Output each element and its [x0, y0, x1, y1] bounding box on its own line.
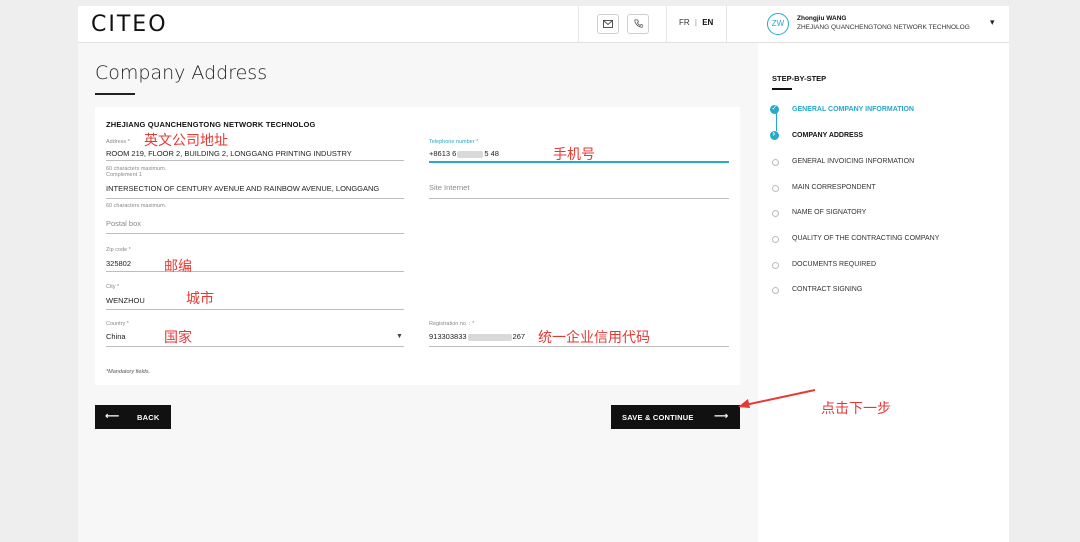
- telephone-value-end: 5 48: [484, 149, 499, 158]
- city-field[interactable]: City * WENZHOU: [106, 284, 404, 312]
- step-by-step-sidebar: STEP-BY-STEP GENERAL COMPANY INFORMATION…: [758, 43, 1009, 542]
- annotation-phone: 手机号: [553, 147, 595, 163]
- step-dot-icon: [772, 210, 779, 217]
- phone-icon[interactable]: [627, 14, 649, 34]
- step-dot-icon: [772, 159, 779, 166]
- step-label: GENERAL COMPANY INFORMATION: [792, 106, 914, 113]
- country-select[interactable]: Country * China ▼: [106, 321, 404, 349]
- telephone-label: Telephone number *: [429, 139, 479, 145]
- annotation-country: 国家: [164, 330, 192, 346]
- arrow-right-icon: ⟶: [714, 411, 729, 422]
- address-label: Address *: [106, 139, 130, 145]
- title-underline: [95, 93, 135, 95]
- language-switcher: FR | EN: [679, 18, 713, 27]
- back-button-label: BACK: [137, 413, 160, 422]
- annotation-city: 城市: [186, 291, 214, 307]
- top-bar: CITEO FR | EN ZW Zhongjiu WANG ZHEJIANG …: [78, 6, 1009, 43]
- country-underline: [106, 346, 404, 347]
- complement-underline: [106, 198, 404, 199]
- lang-fr[interactable]: FR: [679, 18, 690, 27]
- step-label: CONTRACT SIGNING: [792, 286, 863, 293]
- annotation-next-step: 点击下一步: [821, 401, 891, 417]
- user-name: Zhongjiu WANG: [797, 15, 847, 22]
- step-label: MAIN CORRESPONDENT: [792, 184, 876, 191]
- city-value[interactable]: WENZHOU: [106, 296, 145, 305]
- save-continue-label: SAVE & CONTINUE: [622, 413, 694, 422]
- header-divider: [726, 6, 727, 42]
- step-dot-icon: [772, 185, 779, 192]
- website-underline: [429, 198, 729, 199]
- telephone-value-start: +8613 6: [429, 149, 457, 158]
- registration-value-start: 913303833: [429, 332, 467, 341]
- company-name: ZHEJIANG QUANCHENGTONG NETWORK TECHNOLOG: [106, 120, 316, 129]
- app-window: CITEO FR | EN ZW Zhongjiu WANG ZHEJIANG …: [78, 6, 1009, 542]
- complement-field[interactable]: Complement 1 INTERSECTION OF CENTURY AVE…: [106, 172, 404, 202]
- postal-box-underline: [106, 233, 404, 234]
- step-label: QUALITY OF THE CONTRACTING COMPANY: [792, 235, 940, 242]
- step-label: NAME OF SIGNATORY: [792, 209, 867, 216]
- redacted-blur: [467, 333, 512, 341]
- annotation-registration: 统一企业信用代码: [538, 330, 650, 346]
- city-label: City *: [106, 284, 120, 290]
- steps-title: STEP-BY-STEP: [772, 74, 827, 83]
- back-button[interactable]: ⟵ BACK: [95, 405, 171, 429]
- chevron-down-icon[interactable]: ▼: [396, 333, 403, 340]
- red-arrow-icon: [738, 389, 816, 408]
- arrow-left-icon: ⟵: [105, 411, 120, 422]
- zip-label: Zip code *: [106, 247, 131, 253]
- main-content: Company Address ZHEJIANG QUANCHENGTONG N…: [78, 43, 758, 542]
- zip-code-field[interactable]: Zip code * 325802: [106, 247, 404, 275]
- postal-box-field[interactable]: Postal box: [106, 217, 404, 239]
- check-icon: [770, 104, 779, 114]
- complement-hint: 60 characters maximum.: [106, 203, 167, 209]
- country-value[interactable]: China: [106, 332, 126, 341]
- step-label: GENERAL INVOICING INFORMATION: [792, 158, 915, 165]
- zip-underline: [106, 271, 404, 272]
- country-label: Country *: [106, 321, 129, 327]
- website-placeholder[interactable]: Site Internet: [429, 183, 469, 192]
- user-company: ZHEJIANG QUANCHENGTONG NETWORK TECHNOLOG: [797, 24, 970, 31]
- redacted-blur: [457, 150, 484, 158]
- complement-label: Complement 1: [106, 172, 142, 178]
- step-dot-icon: [772, 287, 779, 294]
- step-dot-icon: [772, 236, 779, 243]
- lang-en[interactable]: EN: [702, 18, 713, 27]
- mandatory-note: *Mandatory fields.: [106, 369, 151, 375]
- address-underline: [106, 160, 404, 161]
- page-title: Company Address: [95, 62, 268, 84]
- step-label: DOCUMENTS REQUIRED: [792, 261, 877, 268]
- complement-value[interactable]: INTERSECTION OF CENTURY AVENUE AND RAINB…: [106, 184, 379, 193]
- mail-icon[interactable]: [597, 14, 619, 34]
- current-step-icon: [770, 129, 779, 140]
- lang-separator: |: [694, 18, 697, 27]
- annotation-zip: 邮编: [164, 259, 192, 275]
- registration-label: Registration no. : *: [429, 321, 475, 327]
- registration-value-end: 267: [512, 332, 526, 341]
- step-label: COMPANY ADDRESS: [792, 132, 864, 139]
- steps-title-underline: [772, 88, 792, 90]
- address-value[interactable]: ROOM 219, FLOOR 2, BUILDING 2, LONGGANG …: [106, 149, 352, 158]
- save-continue-button[interactable]: SAVE & CONTINUE ⟶: [611, 405, 740, 429]
- header-divider: [578, 6, 579, 42]
- header-divider: [666, 6, 667, 42]
- annotation-address: 英文公司地址: [144, 133, 228, 149]
- avatar[interactable]: ZW: [767, 13, 789, 35]
- citeo-logo[interactable]: CITEO: [91, 12, 168, 37]
- zip-value[interactable]: 325802: [106, 259, 131, 268]
- registration-value[interactable]: 913303833 267: [429, 332, 525, 341]
- postal-box-placeholder[interactable]: Postal box: [106, 219, 141, 228]
- step-dot-icon: [772, 262, 779, 269]
- website-field[interactable]: Site Internet: [429, 181, 729, 203]
- telephone-value[interactable]: +8613 6 5 48: [429, 149, 499, 158]
- city-underline: [106, 309, 404, 310]
- chevron-down-icon[interactable]: ▾: [990, 17, 995, 28]
